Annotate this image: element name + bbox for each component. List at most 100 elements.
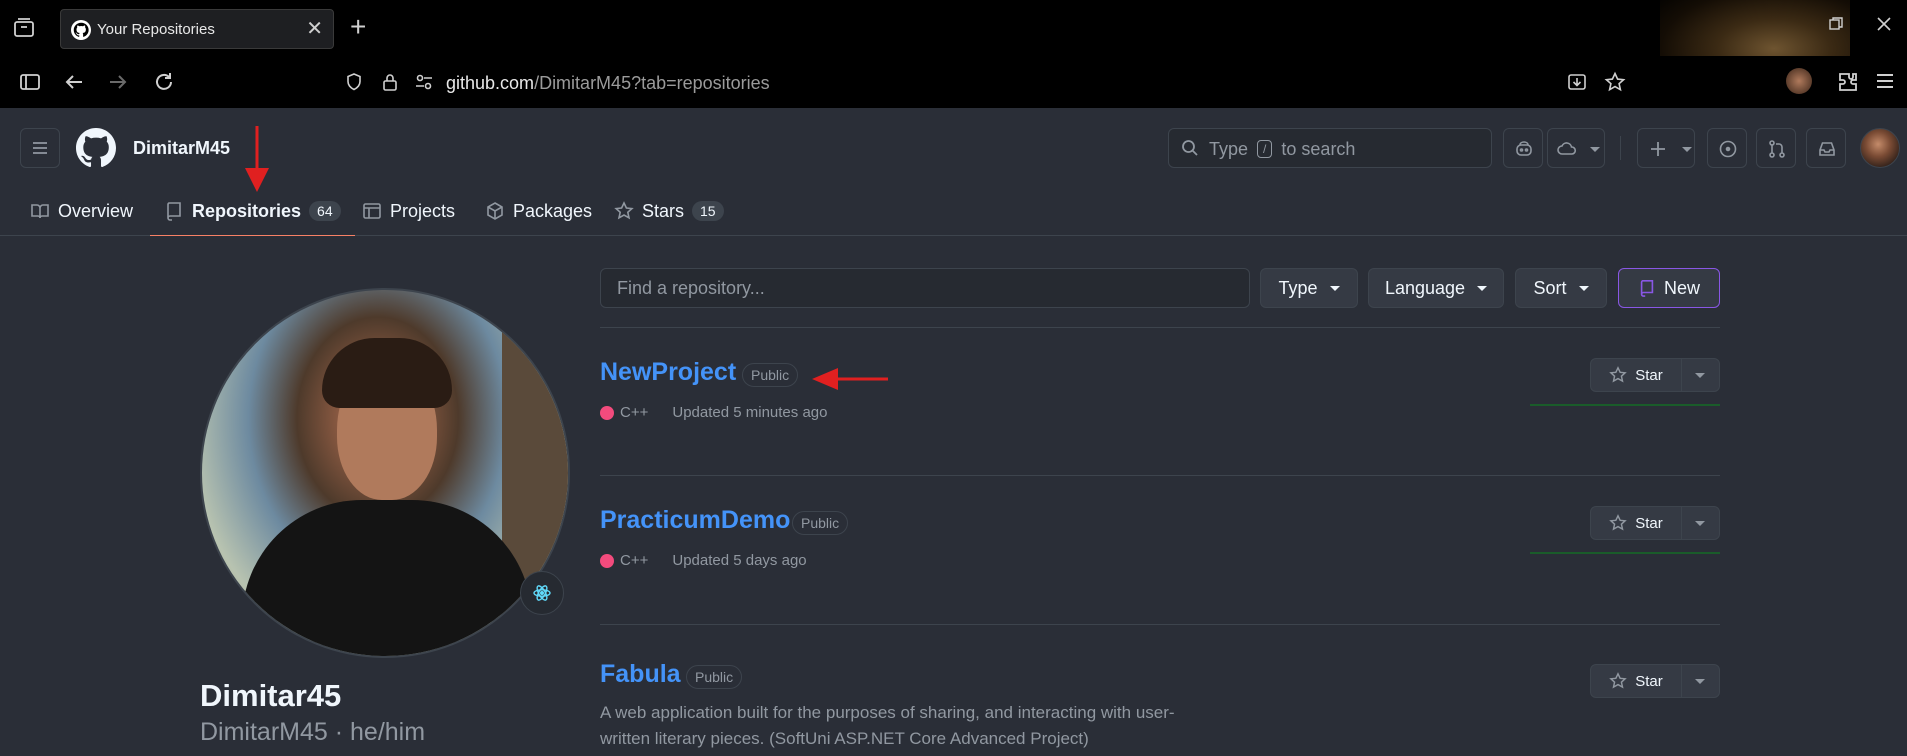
close-tab-icon[interactable]: ✕ bbox=[306, 18, 323, 40]
avatar-shirt bbox=[242, 500, 532, 656]
language-filter-button[interactable]: Language bbox=[1368, 268, 1504, 308]
header-username[interactable]: DimitarM45 bbox=[133, 138, 230, 159]
annotation-arrow-left-icon bbox=[812, 368, 888, 390]
chevron-down-icon bbox=[1329, 285, 1340, 291]
package-icon bbox=[487, 202, 503, 220]
repo-language: C++ bbox=[620, 552, 649, 569]
lock-icon[interactable] bbox=[380, 72, 400, 97]
react-atom-icon bbox=[533, 585, 551, 601]
tab-stars[interactable]: Stars 15 bbox=[614, 186, 724, 236]
pull-requests-button[interactable] bbox=[1756, 128, 1796, 168]
star-button[interactable]: Star bbox=[1591, 507, 1682, 539]
tab-projects[interactable]: Projects bbox=[362, 186, 455, 236]
codespaces-dropdown-button[interactable] bbox=[1547, 128, 1605, 168]
new-repository-label: New bbox=[1663, 277, 1700, 298]
profile-avatar[interactable] bbox=[200, 288, 570, 658]
language-color-dot bbox=[600, 553, 614, 568]
repo-name-link[interactable]: NewProject bbox=[600, 358, 736, 387]
profile-fullname: Dimitar45 bbox=[200, 678, 342, 713]
tab-list-icon[interactable] bbox=[12, 16, 38, 40]
language-color-dot bbox=[600, 405, 614, 420]
repo-list-item: NewProject Public C++ Updated 5 minutes … bbox=[600, 358, 1720, 458]
star-icon bbox=[1609, 514, 1628, 531]
profile-nav: Overview Repositories 64 Projects Packag… bbox=[0, 186, 800, 237]
url-text[interactable]: github.com/DimitarM45?tab=repositories bbox=[446, 73, 770, 94]
repo-description: A web application built for the purposes… bbox=[600, 703, 1175, 748]
shield-icon[interactable] bbox=[344, 72, 364, 97]
avatar-hair bbox=[322, 338, 452, 408]
star-button[interactable]: Star bbox=[1591, 665, 1682, 697]
tab-projects-label: Projects bbox=[390, 200, 456, 221]
star-label: Star bbox=[1635, 514, 1663, 532]
search-hint-before: Type bbox=[1209, 139, 1249, 159]
repo-updated: Updated 5 days ago bbox=[672, 552, 807, 569]
chevron-down-icon bbox=[1477, 285, 1488, 291]
star-list-dropdown[interactable] bbox=[1681, 665, 1719, 697]
search-icon bbox=[1181, 139, 1199, 162]
type-filter-button[interactable]: Type bbox=[1260, 268, 1358, 308]
language-filter-label: Language bbox=[1384, 277, 1466, 298]
star-label: Star bbox=[1635, 672, 1663, 690]
account-avatar-icon[interactable] bbox=[1786, 68, 1812, 94]
star-icon bbox=[1609, 366, 1628, 383]
search-shortcut-key: / bbox=[1257, 140, 1273, 158]
create-new-dropdown-button[interactable] bbox=[1637, 128, 1695, 168]
repo-name-link[interactable]: Fabula bbox=[600, 660, 681, 689]
restore-window-icon[interactable] bbox=[1828, 16, 1844, 37]
issues-button[interactable] bbox=[1707, 128, 1747, 168]
forward-icon[interactable] bbox=[106, 70, 130, 99]
repo-name-link[interactable]: PracticumDemo bbox=[600, 506, 790, 535]
sidebar-toggle-icon[interactable] bbox=[18, 70, 42, 99]
copilot-button[interactable] bbox=[1503, 128, 1543, 168]
inbox-button[interactable] bbox=[1806, 128, 1846, 168]
browser-tab-active[interactable]: Your Repositories ✕ bbox=[60, 9, 334, 49]
header-divider bbox=[1620, 136, 1621, 160]
address-bar[interactable]: github.com/DimitarM45?tab=repositories bbox=[340, 62, 1640, 102]
user-avatar-button[interactable] bbox=[1860, 128, 1900, 168]
sort-button[interactable]: Sort bbox=[1515, 268, 1607, 308]
repo-updated: Updated 5 minutes ago bbox=[672, 404, 828, 421]
github-logo-icon[interactable] bbox=[76, 128, 116, 168]
repo-icon bbox=[167, 202, 181, 221]
new-tab-icon[interactable]: + bbox=[350, 12, 366, 42]
star-list-dropdown[interactable] bbox=[1681, 507, 1719, 539]
reload-icon[interactable] bbox=[152, 70, 176, 99]
repo-visibility-badge: Public bbox=[742, 363, 799, 387]
type-filter-label: Type bbox=[1278, 277, 1318, 298]
repo-language: C++ bbox=[620, 404, 649, 421]
star-list-dropdown[interactable] bbox=[1681, 359, 1719, 391]
github-header: DimitarM45 Type / to search Overview Rep… bbox=[0, 108, 1907, 237]
chevron-down-icon bbox=[1682, 147, 1692, 152]
close-window-icon[interactable] bbox=[1876, 16, 1892, 37]
app-menu-icon[interactable] bbox=[1874, 70, 1896, 97]
tab-packages-label: Packages bbox=[513, 200, 593, 221]
annotation-arrow-down-icon bbox=[245, 126, 269, 192]
new-repository-button[interactable]: New bbox=[1618, 268, 1720, 308]
star-icon bbox=[1609, 672, 1628, 689]
profile-main: Dimitar45 DimitarM45 · he/him Type Langu… bbox=[0, 236, 1907, 756]
table-icon bbox=[363, 203, 381, 219]
back-icon[interactable] bbox=[62, 70, 86, 99]
repo-meta: C++ Updated 5 minutes ago bbox=[600, 404, 827, 421]
find-repository-input[interactable] bbox=[600, 268, 1250, 308]
repositories-count-badge: 64 bbox=[309, 201, 341, 221]
global-search-input[interactable]: Type / to search bbox=[1168, 128, 1492, 168]
site-permissions-icon[interactable] bbox=[414, 72, 434, 97]
save-to-pocket-icon[interactable] bbox=[1566, 71, 1588, 98]
repo-meta: C++ Updated 5 days ago bbox=[600, 552, 807, 569]
global-menu-button[interactable] bbox=[20, 128, 60, 168]
repo-list-item: PracticumDemo Public C++ Updated 5 days … bbox=[600, 506, 1720, 606]
star-button[interactable]: Star bbox=[1591, 359, 1682, 391]
chevron-down-icon bbox=[1590, 147, 1600, 152]
browser-tabbar: Your Repositories ✕ + bbox=[0, 0, 1907, 108]
extensions-icon[interactable] bbox=[1836, 70, 1860, 99]
url-host: github.com bbox=[446, 73, 535, 93]
bookmark-star-icon[interactable] bbox=[1604, 71, 1626, 98]
chevron-down-icon bbox=[1578, 285, 1589, 291]
tab-packages[interactable]: Packages bbox=[485, 186, 592, 236]
book-icon bbox=[31, 204, 49, 219]
sort-label: Sort bbox=[1533, 277, 1567, 298]
status-button[interactable] bbox=[520, 571, 564, 615]
github-favicon-icon bbox=[71, 20, 91, 40]
tab-overview[interactable]: Overview bbox=[30, 186, 133, 236]
